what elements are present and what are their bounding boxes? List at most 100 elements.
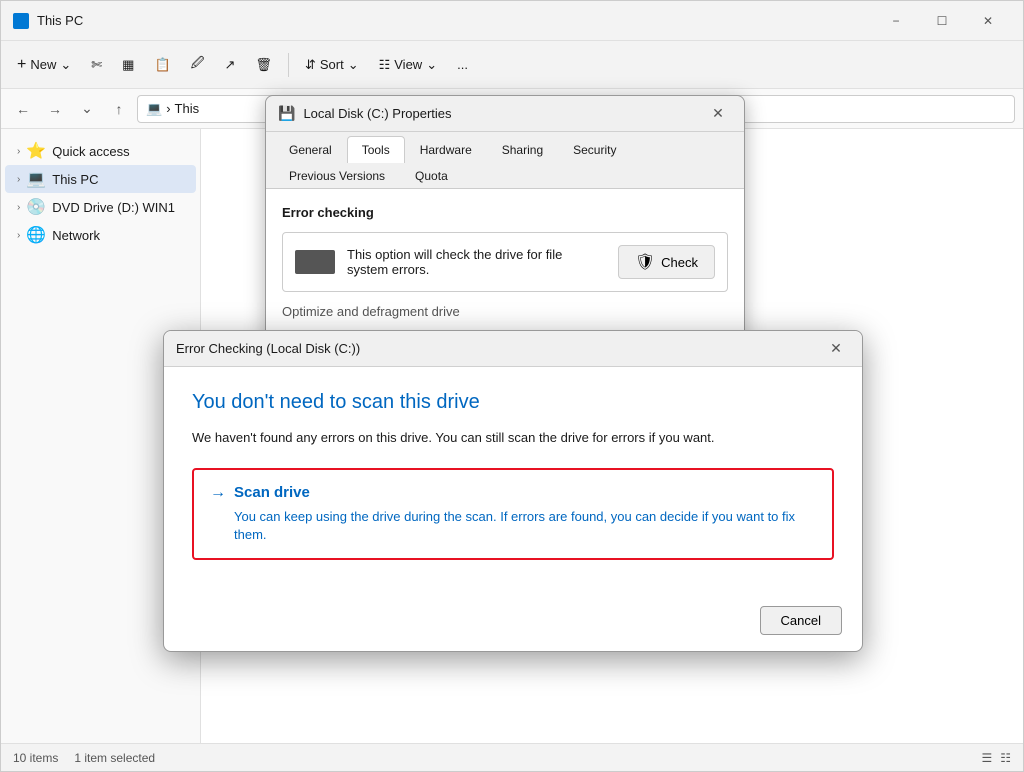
sidebar-item-quick-access[interactable]: › ⭐ Quick access: [5, 137, 196, 165]
title-bar: This PC − ☐ ✕: [1, 1, 1023, 41]
paste-icon: 📋: [154, 57, 170, 73]
path-text: This: [175, 101, 200, 116]
rename-button[interactable]: 🖉: [183, 50, 213, 80]
tab-security[interactable]: Security: [558, 136, 631, 163]
title-bar-controls: − ☐ ✕: [873, 1, 1011, 41]
scan-arrow-icon: →: [210, 484, 226, 502]
sidebar-item-label: Quick access: [52, 144, 129, 159]
rename-icon: 🖉: [191, 54, 205, 76]
up-button[interactable]: ↑: [105, 95, 133, 123]
sidebar-item-network[interactable]: › 🌐 Network: [5, 221, 196, 249]
new-label: New: [30, 57, 56, 72]
chevron-icon: ›: [17, 202, 20, 213]
check-btn-label: Check: [661, 255, 698, 270]
sort-label: Sort: [320, 57, 344, 72]
chevron-icon: ›: [17, 146, 20, 157]
scan-drive-desc: You can keep using the drive during the …: [210, 508, 816, 544]
tab-security-label: Security: [573, 143, 616, 157]
drive-icon: [295, 250, 335, 274]
tab-previous-versions-label: Previous Versions: [289, 169, 385, 183]
error-dialog-title: Error Checking (Local Disk (C:)): [176, 341, 822, 356]
tab-sharing[interactable]: Sharing: [487, 136, 558, 163]
tab-tools-label: Tools: [362, 143, 390, 157]
properties-close-button[interactable]: ✕: [704, 100, 732, 128]
error-dialog-title-bar: Error Checking (Local Disk (C:)) ✕: [164, 331, 862, 367]
error-dialog-cancel-button[interactable]: Cancel: [760, 606, 842, 635]
new-button[interactable]: + New ⌄: [9, 52, 79, 78]
paste-button[interactable]: 📋: [146, 53, 178, 77]
tab-quota-label: Quota: [415, 169, 448, 183]
cut-button[interactable]: ✄: [83, 53, 110, 77]
sidebar-item-this-pc[interactable]: › 💻 This PC: [5, 165, 196, 193]
close-explorer-button[interactable]: ✕: [965, 1, 1011, 41]
this-pc-icon: 💻: [26, 169, 46, 189]
sort-icon: ⇵: [305, 57, 316, 73]
properties-icon: 💾: [278, 105, 295, 122]
delete-button[interactable]: 🗑: [247, 53, 280, 77]
error-check-section-title: Error checking: [282, 205, 728, 220]
error-dialog-body: You don't need to scan this drive We hav…: [164, 367, 862, 596]
properties-content: Error checking This option will check th…: [266, 189, 744, 335]
status-bar: 10 items 1 item selected ☰ ☷: [1, 743, 1023, 771]
no-scan-desc: We haven't found any errors on this driv…: [192, 428, 834, 448]
shield-icon: 🛡: [635, 252, 655, 272]
share-button[interactable]: ↗: [217, 53, 244, 77]
view-button[interactable]: ☷ View ⌄: [371, 53, 446, 77]
view-icon: ☷: [379, 57, 391, 73]
properties-title-bar: 💾 Local Disk (C:) Properties ✕: [266, 96, 744, 132]
scan-drive-option[interactable]: → Scan drive You can keep using the driv…: [192, 468, 834, 560]
tab-hardware[interactable]: Hardware: [405, 136, 487, 163]
new-chevron-icon: ⌄: [60, 57, 71, 73]
more-button[interactable]: ...: [449, 53, 476, 76]
no-scan-title: You don't need to scan this drive: [192, 391, 834, 414]
properties-title: Local Disk (C:) Properties: [303, 106, 696, 121]
explorer-title: This PC: [37, 13, 865, 28]
tab-tools[interactable]: Tools: [347, 136, 405, 163]
chevron-icon: ›: [17, 174, 20, 185]
error-check-box: This option will check the drive for fil…: [282, 232, 728, 292]
sidebar-item-label: Network: [52, 228, 100, 243]
check-button[interactable]: 🛡 Check: [618, 245, 715, 279]
error-dialog-footer: Cancel: [164, 596, 862, 651]
optimize-text: Optimize and defragment drive: [282, 304, 728, 319]
tab-hardware-label: Hardware: [420, 143, 472, 157]
status-right: ☰ ☷: [981, 751, 1011, 765]
sidebar-item-label: DVD Drive (D:) WIN1: [52, 200, 175, 215]
view-label: View: [394, 57, 422, 72]
back-button[interactable]: ←: [9, 95, 37, 123]
explorer-icon: [13, 13, 29, 29]
scan-drive-header: → Scan drive: [210, 484, 816, 502]
path-icon: 💻: [146, 101, 162, 117]
grid-view-icon[interactable]: ☷: [1000, 751, 1011, 765]
sort-button[interactable]: ⇵ Sort ⌄: [297, 53, 367, 77]
error-dialog-close-button[interactable]: ✕: [822, 335, 850, 363]
sort-chevron-icon: ⌄: [348, 57, 359, 73]
quick-access-icon: ⭐: [26, 141, 46, 161]
error-cancel-label: Cancel: [781, 613, 821, 628]
copy-icon: ▦: [122, 57, 134, 73]
tab-previous-versions[interactable]: Previous Versions: [274, 162, 400, 189]
toolbar-separator: [288, 53, 289, 77]
forward-button[interactable]: →: [41, 95, 69, 123]
delete-icon: 🗑: [255, 57, 272, 73]
dvd-icon: 💿: [26, 197, 46, 217]
tab-quota[interactable]: Quota: [400, 162, 463, 189]
view-chevron-icon: ⌄: [426, 57, 437, 73]
selected-count: 1 item selected: [74, 751, 155, 765]
share-icon: ↗: [225, 57, 236, 73]
scan-drive-label: Scan drive: [234, 484, 310, 501]
minimize-button[interactable]: −: [873, 1, 919, 41]
maximize-button[interactable]: ☐: [919, 1, 965, 41]
sidebar-item-label: This PC: [52, 172, 98, 187]
tab-general[interactable]: General: [274, 136, 347, 163]
new-icon: +: [17, 56, 26, 74]
error-checking-dialog: Error Checking (Local Disk (C:)) ✕ You d…: [163, 330, 863, 652]
list-view-icon[interactable]: ☰: [981, 751, 992, 765]
tab-general-label: General: [289, 143, 332, 157]
tab-sharing-label: Sharing: [502, 143, 543, 157]
recent-button[interactable]: ⌄: [73, 95, 101, 123]
sidebar-item-dvd-drive[interactable]: › 💿 DVD Drive (D:) WIN1: [5, 193, 196, 221]
path-separator: ›: [166, 101, 170, 116]
properties-tabs: General Tools Hardware Sharing Security …: [266, 132, 744, 189]
copy-button[interactable]: ▦: [114, 53, 142, 77]
